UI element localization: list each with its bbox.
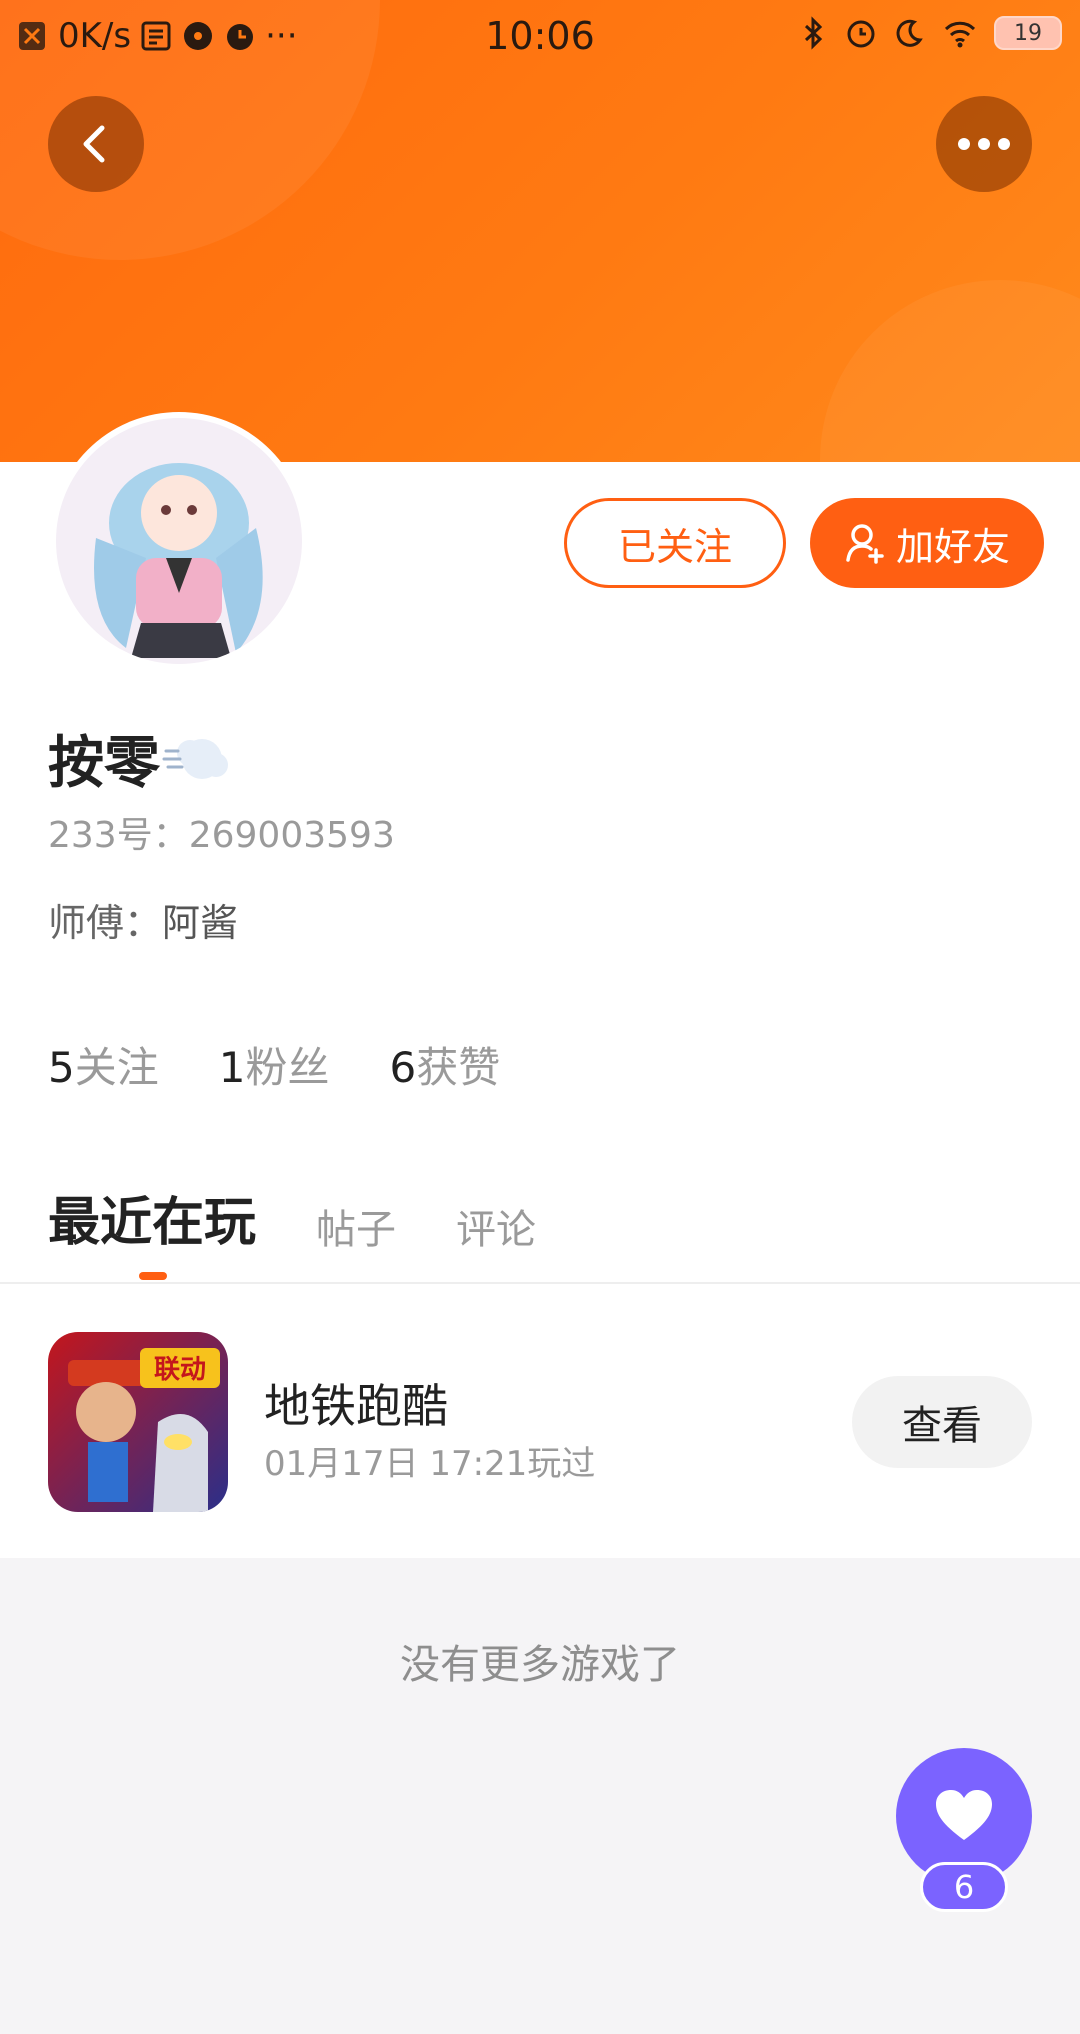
back-button[interactable] xyxy=(48,96,144,192)
profile-stats: 5关注 1粉丝 6获赞 xyxy=(48,1034,500,1095)
stat-label: 粉丝 xyxy=(245,1043,330,1092)
moon-icon xyxy=(896,19,923,47)
stat-following[interactable]: 5关注 xyxy=(48,1034,159,1095)
user-id: 233号：269003593 xyxy=(48,815,395,856)
more-button[interactable] xyxy=(936,96,1032,192)
like-count-badge: 6 xyxy=(920,1862,1008,1912)
avatar[interactable] xyxy=(50,412,308,670)
followed-button[interactable]: 已关注 xyxy=(564,498,786,588)
stat-label: 获赞 xyxy=(416,1043,501,1092)
mentor-info: 师傅：阿酱 xyxy=(48,892,238,947)
status-right: 19 xyxy=(796,16,1062,50)
tab-comments[interactable]: 评论 xyxy=(456,1197,536,1255)
stat-fans[interactable]: 1粉丝 xyxy=(219,1034,330,1095)
game-title[interactable]: 地铁跑酷 xyxy=(264,1370,448,1436)
add-user-icon xyxy=(846,524,884,564)
cloud-icon xyxy=(162,738,228,779)
avatar-image xyxy=(56,418,302,664)
stat-label: 关注 xyxy=(74,1043,159,1092)
game-icon[interactable]: 联动 xyxy=(48,1332,228,1512)
more-dots-icon xyxy=(958,138,1010,150)
battery-indicator: 19 xyxy=(994,16,1062,50)
view-game-button[interactable]: 查看 xyxy=(852,1376,1032,1468)
tab-recently-played[interactable]: 最近在玩 xyxy=(48,1180,256,1255)
heart-icon xyxy=(936,1790,992,1840)
status-bar: 0K/s ··· 10:06 19 xyxy=(0,0,1080,72)
add-friend-button[interactable]: 加好友 xyxy=(810,498,1044,588)
profile-banner: 0K/s ··· 10:06 19 xyxy=(0,0,1080,462)
game-list-item[interactable]: 联动 地铁跑酷 01月17日 17:21玩过 查看 xyxy=(0,1284,1080,1558)
add-friend-label: 加好友 xyxy=(895,524,1010,569)
mentor-value[interactable]: 阿酱 xyxy=(162,901,238,945)
tab-posts[interactable]: 帖子 xyxy=(316,1197,396,1255)
stat-number: 1 xyxy=(218,1043,246,1092)
username-row: 按零 xyxy=(48,718,232,799)
bluetooth-icon xyxy=(804,16,823,50)
stat-likes[interactable]: 6获赞 xyxy=(390,1034,501,1095)
game-played-time: 01月17日 17:21玩过 xyxy=(264,1444,596,1484)
profile-tabs: 最近在玩 帖子 评论 xyxy=(48,1180,536,1255)
game-badge: 联动 xyxy=(154,1355,206,1385)
mentor-label: 师傅： xyxy=(48,901,163,945)
game-cover-image: 联动 xyxy=(48,1332,228,1512)
alarm-icon xyxy=(847,20,875,48)
tab-indicator xyxy=(139,1272,167,1280)
stat-number: 5 xyxy=(48,1043,75,1092)
stat-number: 6 xyxy=(389,1043,417,1092)
username: 按零 xyxy=(48,731,160,796)
wifi-icon xyxy=(944,21,976,48)
chevron-left-icon xyxy=(83,125,105,163)
banner-decoration xyxy=(820,280,1080,462)
no-more-games-text: 没有更多游戏了 xyxy=(400,1642,680,1688)
